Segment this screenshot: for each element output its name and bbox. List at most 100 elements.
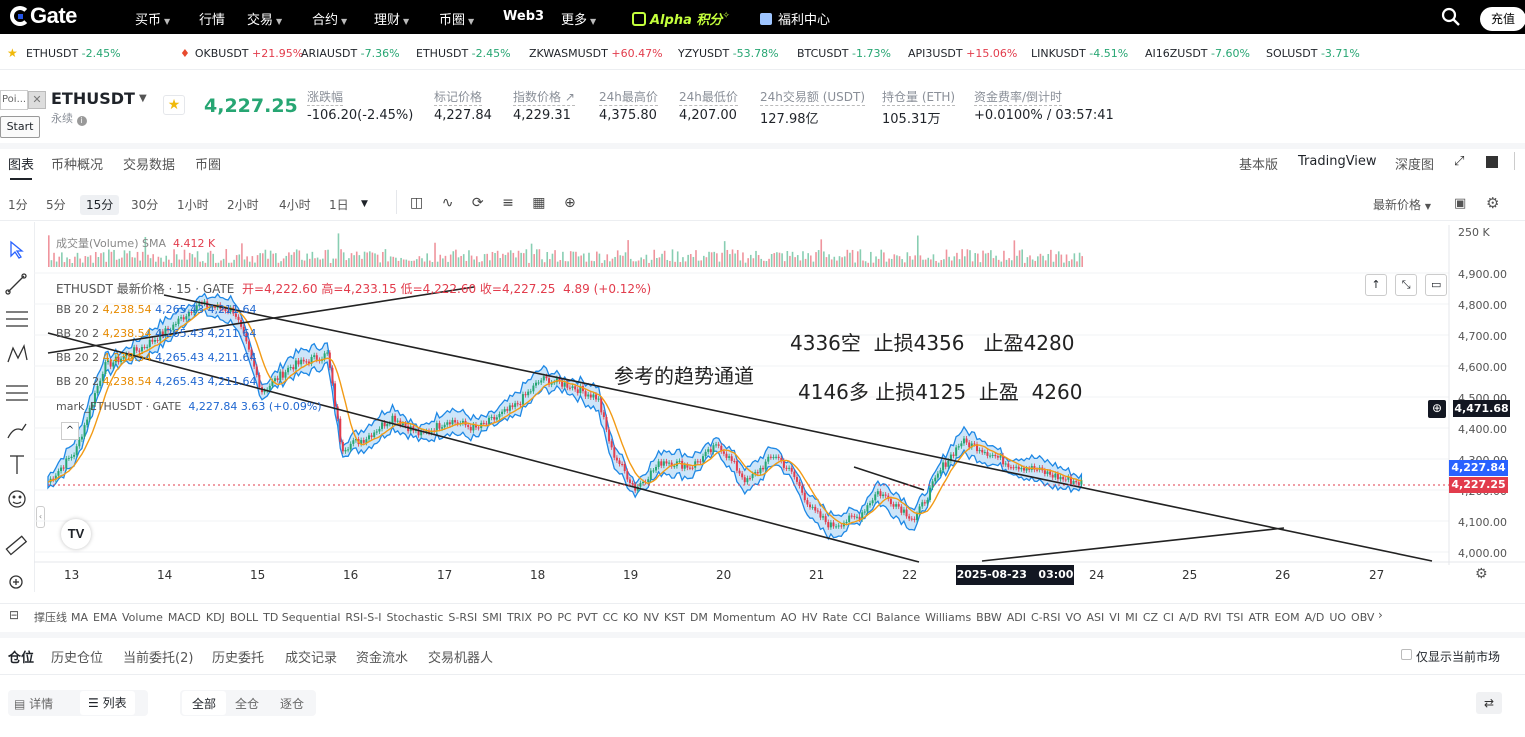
timeframe-3[interactable]: 30分 (131, 196, 158, 213)
ruler-icon[interactable] (5, 535, 28, 556)
view-mode-2[interactable]: 深度图 (1395, 154, 1434, 173)
indicator-item[interactable]: TSI (1227, 611, 1244, 624)
indicator-item[interactable]: Williams (925, 611, 971, 624)
detail-view-button[interactable]: ▤ 详情 (14, 695, 53, 712)
chart-tab-2[interactable]: 交易数据 (123, 154, 175, 173)
indicator-item[interactable]: Volume (122, 611, 163, 624)
search-icon[interactable] (1441, 7, 1461, 27)
settings-icon[interactable]: ⚙ (1486, 194, 1499, 212)
bottom-tab-0[interactable]: 仓位 (8, 647, 34, 666)
cursor-icon[interactable] (10, 240, 24, 259)
ticker-item[interactable]: SOLUSDT -3.71% (1266, 47, 1360, 60)
nav-item-1[interactable]: 行情 (199, 9, 225, 28)
indicator-item[interactable]: Momentum (713, 611, 776, 624)
ruler-small-icon[interactable]: ⊟ (9, 608, 19, 622)
indicator-item[interactable]: Stochastic (386, 611, 443, 624)
brush-icon[interactable] (7, 423, 27, 439)
deposit-button[interactable]: 充值 (1480, 7, 1525, 31)
chart-tab-1[interactable]: 币种概况 (51, 154, 103, 173)
indicator-item[interactable]: NV (643, 611, 659, 624)
indicator-next-icon[interactable]: › (1378, 608, 1383, 622)
pattern-icon[interactable] (7, 344, 28, 363)
ticker-item[interactable]: ♦ OKBUSDT +21.95% (180, 47, 303, 60)
view-mode-1[interactable]: TradingView (1298, 154, 1377, 169)
indicator-item[interactable]: PVT (577, 611, 598, 624)
crosshair-add-icon[interactable]: ⊕ (1428, 400, 1446, 418)
indicator-item[interactable]: UO (1329, 611, 1346, 624)
ticker-item[interactable]: ARIAUSDT -7.36% (301, 47, 400, 60)
window-icon[interactable] (1486, 156, 1498, 168)
chart-tab-0[interactable]: 图表 (8, 154, 34, 173)
filter-all-button[interactable]: 全部 (182, 691, 227, 715)
indicator-item[interactable]: BOLL (230, 611, 258, 624)
only-current-market-checkbox[interactable] (1401, 649, 1412, 660)
nav-item-0[interactable]: 买币 ▼ (135, 9, 170, 28)
ticker-item[interactable]: BTCUSDT -1.73% (797, 47, 891, 60)
indicator-item[interactable]: PC (557, 611, 571, 624)
view-mode-0[interactable]: 基本版 (1239, 154, 1278, 173)
legend-collapse-icon[interactable]: ^ (61, 422, 79, 440)
filter-cross-button[interactable]: 全仓 (235, 695, 259, 712)
welfare-center-link[interactable]: 福利中心 (760, 9, 830, 28)
indicator-item[interactable]: ATR (1248, 611, 1269, 624)
timeframe-0[interactable]: 1分 (8, 196, 28, 213)
indicator-item[interactable]: A/D (1305, 611, 1325, 624)
favorite-star-icon[interactable]: ★ (163, 95, 185, 115)
indicator-item[interactable]: MACD (168, 611, 201, 624)
indicator-item[interactable]: Rate (822, 611, 847, 624)
bottom-tab-3[interactable]: 历史委托 (212, 647, 264, 666)
timeframe-2[interactable]: 15分 (80, 195, 120, 215)
ticker-item[interactable]: ZKWASMUSDT +60.47% (529, 47, 663, 60)
indicator-item[interactable]: TD Sequential (263, 611, 340, 624)
timeframe-7[interactable]: 1日 (329, 196, 349, 213)
info-icon[interactable]: i (76, 116, 87, 126)
fib-icon[interactable] (6, 385, 28, 401)
bottom-tab-2[interactable]: 当前委托(2) (123, 647, 193, 666)
indicator-item[interactable]: PO (537, 611, 552, 624)
timeframe-1[interactable]: 5分 (46, 196, 66, 213)
indicator-item[interactable]: MI (1125, 611, 1138, 624)
price-type-select[interactable]: 最新价格 ▼ (1373, 196, 1431, 213)
zoom-in-icon[interactable] (9, 575, 23, 589)
indicator-item[interactable]: A/D (1179, 611, 1199, 624)
ticker-item[interactable]: ETHUSDT -2.45% (26, 47, 121, 60)
bottom-tab-4[interactable]: 成交记录 (285, 647, 337, 666)
indicator-item[interactable]: DM (690, 611, 708, 624)
settings-lines-icon[interactable]: ≡ (502, 195, 514, 211)
ticker-item[interactable]: YZYUSDT -53.78% (678, 47, 779, 60)
indicator-item[interactable]: KDJ (206, 611, 225, 624)
nav-item-6[interactable]: Web3 (503, 9, 544, 24)
indicator-item[interactable]: SMI (482, 611, 502, 624)
nav-item-4[interactable]: 理财 ▼ (374, 9, 409, 28)
indicator-item[interactable]: TRIX (507, 611, 532, 624)
indicator-item[interactable]: CC (603, 611, 618, 624)
indicator-item[interactable]: ADI (1007, 611, 1026, 624)
indicator-item[interactable]: S-RSI (448, 611, 477, 624)
indicator-item[interactable]: HV (802, 611, 818, 624)
indicator-item[interactable]: CCI (853, 611, 872, 624)
nav-item-7[interactable]: 更多 ▼ (561, 9, 596, 28)
trendline-icon[interactable] (5, 273, 27, 295)
indicator-icon[interactable]: ∿ (442, 195, 454, 211)
symbol-name[interactable]: ETHUSDT (51, 89, 135, 108)
emoji-icon[interactable] (8, 490, 26, 508)
indicator-item[interactable]: CI (1163, 611, 1174, 624)
indicator-item[interactable]: Balance (876, 611, 920, 624)
indicator-item[interactable]: ASI (1087, 611, 1105, 624)
indicator-item[interactable]: KST (664, 611, 685, 624)
collapse-icon[interactable]: ⤡ (1395, 274, 1418, 296)
indicator-item[interactable]: EOM (1275, 611, 1300, 624)
start-close-button[interactable]: ✕ (28, 91, 46, 109)
nav-item-5[interactable]: 币圈 ▼ (439, 9, 474, 28)
nav-item-2[interactable]: 交易 ▼ (247, 9, 282, 28)
ticker-item[interactable]: AI16ZUSDT -7.60% (1145, 47, 1250, 60)
indicator-item[interactable]: OBV (1351, 611, 1374, 624)
start-input[interactable]: Poi... (0, 90, 28, 110)
indicator-item[interactable]: C-RSI (1031, 611, 1061, 624)
indicator-item[interactable]: 撑压线 (34, 611, 67, 624)
bottom-tab-1[interactable]: 历史仓位 (51, 647, 103, 666)
scroll-up-icon[interactable]: ↑ (1365, 274, 1387, 296)
tf-dropdown-icon[interactable]: ▼ (361, 199, 368, 209)
fullscreen-icon[interactable]: ⤢ (1454, 154, 1464, 169)
indicator-item[interactable]: VI (1109, 611, 1120, 624)
